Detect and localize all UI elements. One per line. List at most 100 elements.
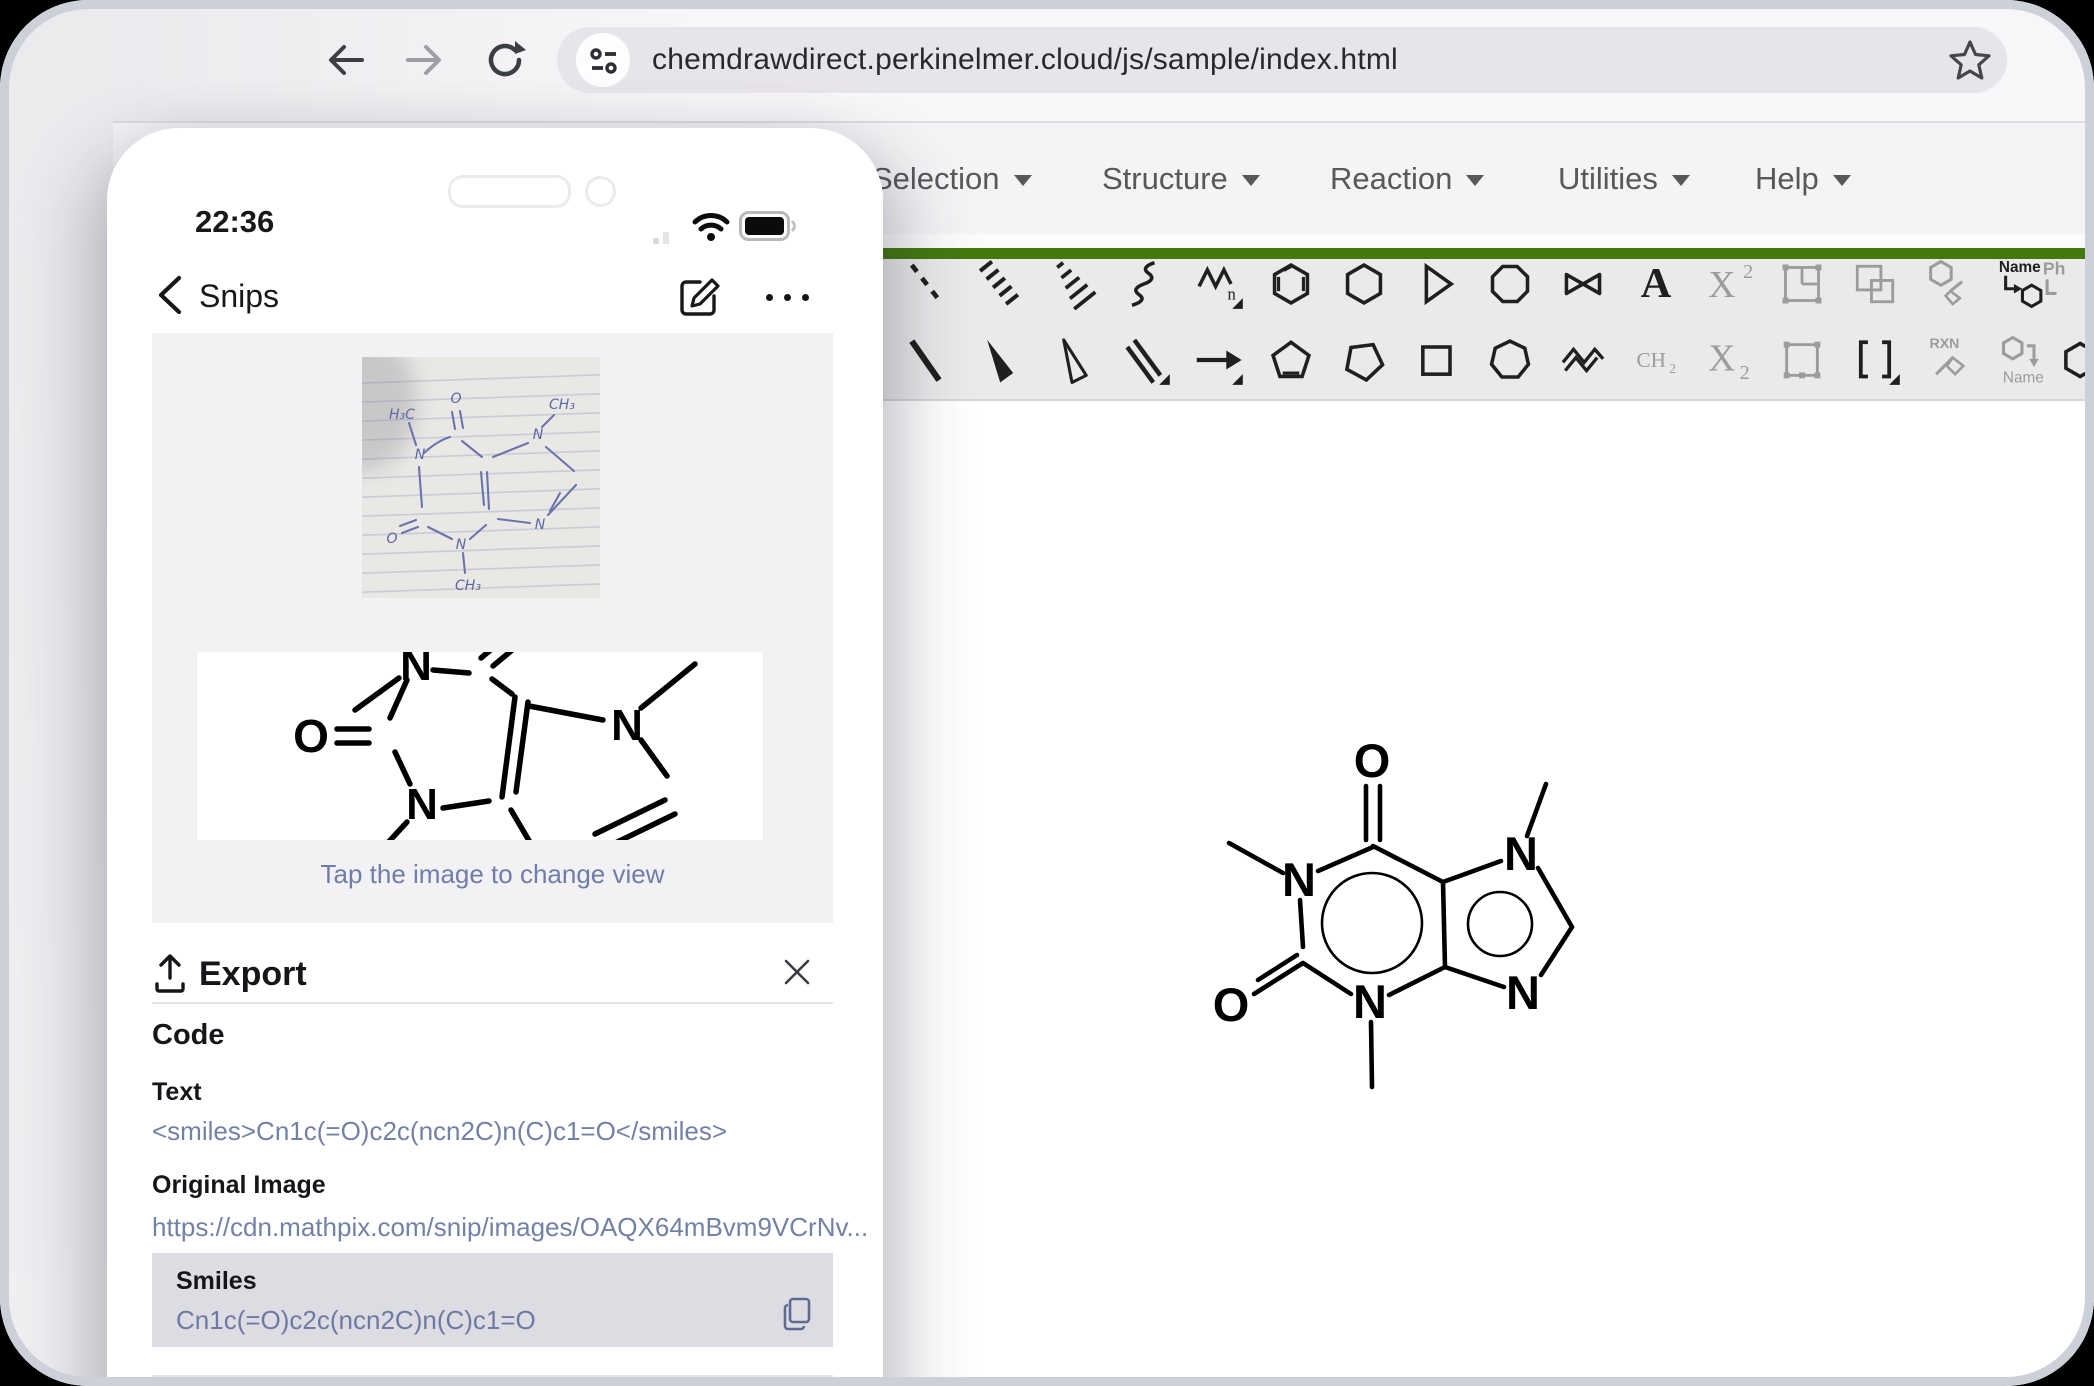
- wifi-icon: [692, 212, 730, 247]
- rxn-cleanup-icon[interactable]: RXN: [1922, 334, 1974, 386]
- benzene-cut-icon[interactable]: [2040, 334, 2092, 386]
- sketch-label-o-left: O: [386, 531, 397, 547]
- compose-icon[interactable]: [678, 276, 720, 323]
- original-photo-image[interactable]: H₃C O CH₃ N N O N N CH₃: [362, 357, 600, 598]
- close-icon[interactable]: [781, 956, 813, 993]
- svg-text:Ph: Ph: [2043, 259, 2066, 279]
- chevron-down-icon: [1242, 175, 1260, 186]
- menu-label: Utilities: [1558, 161, 1658, 196]
- svg-text:A: A: [1641, 260, 1672, 307]
- text-smiles-value[interactable]: <smiles>Cn1c(=O)c2c(ncn2C)n(C)c1=O</smil…: [152, 1116, 727, 1147]
- sketch-label-n7: N: [533, 427, 544, 443]
- double-bond-icon[interactable]: [1119, 334, 1171, 386]
- sketch-label-n9: N: [535, 517, 546, 533]
- smiles-label: Smiles: [176, 1267, 257, 1296]
- render-label-o: O: [293, 710, 329, 762]
- viewer-caption: Tap the image to change view: [152, 859, 833, 890]
- back-chevron-icon[interactable]: [153, 274, 187, 321]
- dashed-bond-icon[interactable]: [900, 258, 952, 310]
- phone-speaker: [448, 175, 571, 208]
- hollow-wedge-bond-icon[interactable]: [1046, 334, 1098, 386]
- menu-label: Reaction: [1330, 161, 1452, 196]
- atom-label-o6: O: [1354, 734, 1391, 787]
- rendered-structure-image[interactable]: N O N N: [197, 652, 763, 840]
- screenshot-window: chemdrawdirect.perkinelmer.cloud/js/samp…: [0, 0, 2094, 1386]
- hash-bond-icon[interactable]: [973, 258, 1025, 310]
- group-frame-icon[interactable]: [1849, 258, 1901, 310]
- next-export-row[interactable]: [152, 1375, 833, 1386]
- chevron-down-icon: [1672, 175, 1690, 186]
- svg-text:CH: CH: [1636, 348, 1666, 372]
- original-image-label: Original Image: [152, 1171, 326, 1200]
- render-label-n-mid: N: [406, 780, 438, 829]
- bookmark-star-icon[interactable]: [1946, 36, 1994, 89]
- svg-text:2: 2: [1669, 361, 1676, 377]
- cyclooctane-ring-icon[interactable]: [1484, 258, 1536, 310]
- bracket-tool-icon[interactable]: [1849, 334, 1901, 386]
- phenyl-shortcut-icon[interactable]: Ph: [2040, 258, 2092, 310]
- window-left-gutter: [9, 9, 113, 1377]
- smiles-row[interactable]: Smiles Cn1c(=O)c2c(ncn2C)n(C)c1=O: [152, 1253, 833, 1347]
- svg-text:Name: Name: [2003, 369, 2044, 386]
- code-heading: Code: [152, 1019, 225, 1052]
- menu-utilities[interactable]: Utilities: [1558, 123, 1690, 234]
- battery-icon: [739, 211, 797, 246]
- atom-label-n3: N: [1353, 975, 1387, 1028]
- atom-label-n9: N: [1506, 966, 1540, 1019]
- table-frame-icon[interactable]: [1776, 258, 1828, 310]
- cyclobutane-ring-icon[interactable]: [1411, 334, 1463, 386]
- subscript-tool-icon[interactable]: X2: [1703, 334, 1755, 386]
- export-title: Export: [199, 955, 307, 994]
- more-dots-icon[interactable]: [755, 288, 809, 306]
- wavy-bond-icon[interactable]: [1119, 258, 1171, 310]
- svg-text:Name: Name: [1999, 259, 2041, 276]
- page-title: Snips: [199, 278, 279, 315]
- menu-help[interactable]: Help: [1755, 123, 1851, 234]
- benzene-ring-icon[interactable]: [1265, 258, 1317, 310]
- reaction-arrow-icon[interactable]: [1192, 334, 1244, 386]
- back-icon[interactable]: [322, 37, 368, 83]
- sketch-label-ch3-top: CH₃: [549, 397, 575, 413]
- clean-structure-icon[interactable]: [1922, 258, 1974, 310]
- cyclopropane-ring-icon[interactable]: [1411, 258, 1463, 310]
- cyclopentadiene-ring-icon[interactable]: [1265, 334, 1317, 386]
- cyclopentane-ring-icon[interactable]: [1338, 334, 1390, 386]
- cycloheptane-ring-icon[interactable]: [1484, 334, 1536, 386]
- chevron-down-icon: [1466, 175, 1484, 186]
- menu-structure[interactable]: Structure: [1102, 123, 1260, 234]
- chain-tool-icon[interactable]: [1557, 334, 1609, 386]
- original-image-link[interactable]: https://cdn.mathpix.com/snip/images/OAQX…: [152, 1212, 868, 1243]
- repeat-unit-icon[interactable]: n: [1192, 258, 1244, 310]
- copy-icon[interactable]: [782, 1297, 812, 1336]
- menu-reaction[interactable]: Reaction: [1330, 123, 1484, 234]
- text-tool-icon[interactable]: A: [1630, 258, 1682, 310]
- render-label-n-right: N: [611, 701, 643, 750]
- phone-camera: [585, 176, 616, 207]
- cellular-icon: [651, 224, 685, 251]
- atom-label-o2: O: [1213, 978, 1250, 1031]
- chevron-down-icon: [1014, 175, 1032, 186]
- menu-selection[interactable]: Selection: [872, 123, 1032, 234]
- atom-label-n7: N: [1504, 827, 1538, 880]
- solid-bond-icon[interactable]: [900, 334, 952, 386]
- bold-wedge-bond-icon[interactable]: [973, 334, 1025, 386]
- svg-text:2: 2: [1740, 362, 1750, 384]
- hash-wedge-bond-icon[interactable]: [1046, 258, 1098, 310]
- text-label: Text: [152, 1078, 202, 1107]
- smiles-value: Cn1c(=O)c2c(ncn2C)n(C)c1=O: [176, 1305, 536, 1336]
- forward-icon[interactable]: [402, 37, 448, 83]
- crossed-chain-icon[interactable]: [1557, 258, 1609, 310]
- reload-icon[interactable]: [482, 37, 528, 83]
- atom-label-n1: N: [1282, 853, 1316, 906]
- frame-tool-icon[interactable]: [1776, 334, 1828, 386]
- sketch-label-h3c: H₃C: [389, 407, 415, 423]
- cyclohexane-ring-icon[interactable]: [1338, 258, 1390, 310]
- superscript-tool-icon[interactable]: X2: [1703, 258, 1755, 310]
- svg-text:n: n: [1227, 284, 1236, 303]
- upload-icon: [153, 954, 187, 999]
- render-label-n-top: N: [400, 652, 432, 690]
- methylene-label-icon[interactable]: CH2: [1630, 334, 1682, 386]
- caffeine-structure-drawing: O N O N N N: [1170, 700, 1690, 1185]
- url-text[interactable]: chemdrawdirect.perkinelmer.cloud/js/samp…: [652, 27, 1398, 93]
- menu-label: Structure: [1102, 161, 1228, 196]
